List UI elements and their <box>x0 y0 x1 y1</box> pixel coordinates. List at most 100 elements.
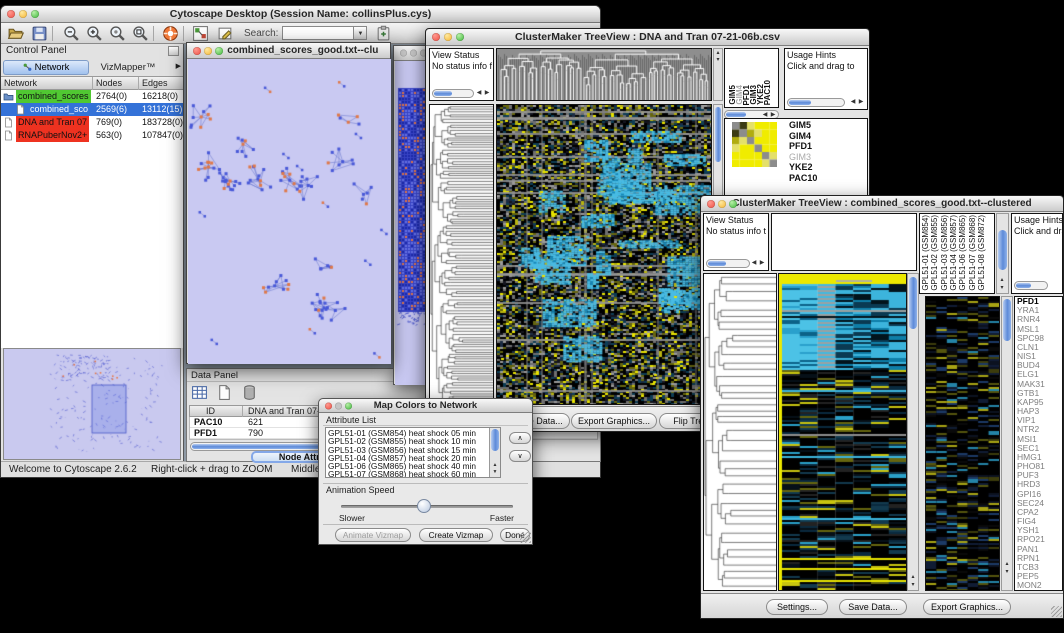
heatmap-vscrollbar[interactable]: ▴ ▾ <box>907 273 919 591</box>
zoom-button[interactable] <box>729 200 737 208</box>
heatmap-panel[interactable] <box>778 273 907 591</box>
gene-label[interactable]: YKE2 <box>787 162 865 173</box>
col-edges[interactable]: Edges <box>142 78 168 88</box>
zoom-button[interactable] <box>456 33 464 41</box>
main-titlebar[interactable]: Cytoscape Desktop (Session Name: collins… <box>1 6 600 23</box>
import-table-icon[interactable] <box>375 25 392 42</box>
minimize-button[interactable] <box>444 33 452 41</box>
attribute-list-vscrollbar[interactable]: ▲ ▼ <box>489 428 500 477</box>
attribute-item[interactable]: GPL51-07 (GSM868) heat shock 60 min <box>326 470 488 478</box>
move-up-button[interactable]: ∧ <box>509 432 531 444</box>
close-button[interactable] <box>707 200 715 208</box>
float-panel-icon[interactable] <box>168 46 179 56</box>
view-status-hscrollbar[interactable] <box>432 89 474 98</box>
attribute-table-icon[interactable] <box>191 384 208 401</box>
column-label[interactable]: GPL51-03 (GSM856) <box>940 215 949 291</box>
network-canvas[interactable] <box>188 59 391 364</box>
usage-hints-hscrollbar[interactable] <box>1014 281 1048 290</box>
close-button[interactable] <box>193 47 201 55</box>
gene-label[interactable]: GIM3 <box>787 152 865 163</box>
dialog-titlebar[interactable]: Map Colors to Network <box>319 399 532 413</box>
minimize-button[interactable] <box>718 200 726 208</box>
delete-attribute-icon[interactable] <box>241 384 258 401</box>
col-nodes[interactable]: Nodes <box>96 78 122 88</box>
help-lifesaver-icon[interactable] <box>162 25 179 42</box>
column-dendrogram-panel[interactable] <box>771 213 917 271</box>
network-table-row[interactable]: combined_scores2764(0)16218(0) <box>1 90 183 103</box>
resize-grip[interactable] <box>1051 606 1062 617</box>
export-graphics-button[interactable]: Export Graphics... <box>571 413 657 429</box>
column-label[interactable]: GPL51-04 (GSM857) <box>949 215 958 291</box>
move-down-button[interactable]: ∨ <box>509 450 531 462</box>
treeview-combined-titlebar[interactable]: ClusterMaker TreeView : combined_scores_… <box>701 196 1063 212</box>
similarity-matrix-canvas[interactable] <box>732 122 777 167</box>
vscroll-thumb[interactable] <box>491 429 499 451</box>
export-graphics-button[interactable]: Export Graphics... <box>923 599 1011 615</box>
gene-label[interactable]: PFD1 <box>787 141 865 152</box>
window-controls[interactable] <box>7 10 39 18</box>
animate-vizmap-button[interactable]: Animate Vizmap <box>335 528 411 542</box>
resize-grip[interactable] <box>520 532 531 543</box>
search-dropdown-arrow-icon[interactable]: ▼ <box>354 26 367 40</box>
close-button[interactable] <box>325 402 332 409</box>
zoom-button[interactable] <box>31 10 39 18</box>
tab-overflow-button[interactable]: ▶ <box>176 62 181 70</box>
column-label[interactable]: GPL51-06 (GSM865) <box>958 215 967 291</box>
column-dendrogram-panel[interactable] <box>496 48 712 101</box>
col-network[interactable]: Network <box>4 78 37 88</box>
scroll-left-arrow-icon[interactable]: ◀ <box>475 90 483 97</box>
speed-slider-thumb[interactable] <box>417 499 431 513</box>
usage-hints-hscrollbar[interactable] <box>787 98 845 107</box>
network1-titlebar[interactable]: combined_scores_good.txt--cluste... <box>187 43 390 59</box>
scroll-right-arrow-icon[interactable]: ▶ <box>483 90 491 97</box>
vscroll-thumb[interactable] <box>1003 299 1011 341</box>
column-label[interactable]: GPL51-08 (GSM872) <box>977 215 986 291</box>
tab-network[interactable]: Network <box>3 60 89 75</box>
minimize-button[interactable] <box>335 402 342 409</box>
gene-label[interactable]: GIM4 <box>787 131 865 142</box>
attribute-listbox[interactable]: GPL51-01 (GSM854) heat shock 05 minGPL51… <box>325 427 501 478</box>
column-label[interactable]: PAC10 <box>763 80 772 105</box>
new-attribute-icon[interactable] <box>216 384 233 401</box>
row-dendrogram-panel[interactable] <box>703 273 777 591</box>
network-table-row[interactable]: DNA and Tran 07769(0)183728(0) <box>1 116 183 129</box>
column-labels-vscrollbar[interactable]: ▴ ▾ <box>996 213 1009 294</box>
search-input[interactable] <box>282 26 354 40</box>
save-data-button[interactable]: Save Data... <box>839 599 907 615</box>
create-vizmap-button[interactable]: Create Vizmap <box>419 528 493 542</box>
zoom-fit-icon[interactable] <box>132 25 149 42</box>
zoom-button[interactable] <box>215 47 223 55</box>
annotation-icon[interactable] <box>217 25 234 42</box>
minimize-button[interactable] <box>19 10 27 18</box>
close-button[interactable] <box>7 10 15 18</box>
zoom-heatmap-vscrollbar[interactable]: ▴ ▾ <box>1001 296 1013 591</box>
save-session-icon[interactable] <box>31 25 48 42</box>
tab-vizmapper[interactable]: VizMapper™ <box>91 60 165 75</box>
minimize-button[interactable] <box>410 50 417 57</box>
network-table-row[interactable]: RNAPuberNov2+563(0)107847(0) <box>1 129 183 142</box>
heatmap-vscroll-thumb[interactable] <box>715 107 721 162</box>
vscroll-thumb[interactable] <box>998 230 1007 270</box>
zoom-in-icon[interactable] <box>86 25 103 42</box>
network-overview-icon[interactable] <box>192 25 209 42</box>
close-button[interactable] <box>400 50 407 57</box>
zoom-selected-icon[interactable] <box>109 25 126 42</box>
view-status-hscrollbar[interactable] <box>706 259 750 268</box>
mini-vscrollbar[interactable]: ▴ ▾ <box>713 48 723 101</box>
column-label[interactable]: GPL51-01 (GSM854) <box>921 215 930 291</box>
minimize-button[interactable] <box>204 47 212 55</box>
settings-button[interactable]: Settings... <box>766 599 828 615</box>
zoom-out-icon[interactable] <box>63 25 80 42</box>
network-table-row[interactable]: combined_sco2569(6)13112(15) <box>1 103 183 116</box>
column-label[interactable]: GPL51-02 (GSM855) <box>930 215 939 291</box>
row-dendrogram-panel[interactable] <box>429 104 494 405</box>
column-label[interactable]: GPL51-07 (GSM868) <box>968 215 977 291</box>
close-button[interactable] <box>432 33 440 41</box>
heatmap-vscroll-thumb[interactable] <box>909 277 917 329</box>
gene-label[interactable]: PAC10 <box>787 173 865 184</box>
data-col-id[interactable]: ID <box>206 406 215 416</box>
network-overview-panel[interactable] <box>3 348 181 460</box>
heatmap-panel[interactable] <box>496 104 712 405</box>
zoom-button[interactable] <box>345 402 352 409</box>
zoom-heatmap-panel[interactable] <box>925 296 1000 591</box>
